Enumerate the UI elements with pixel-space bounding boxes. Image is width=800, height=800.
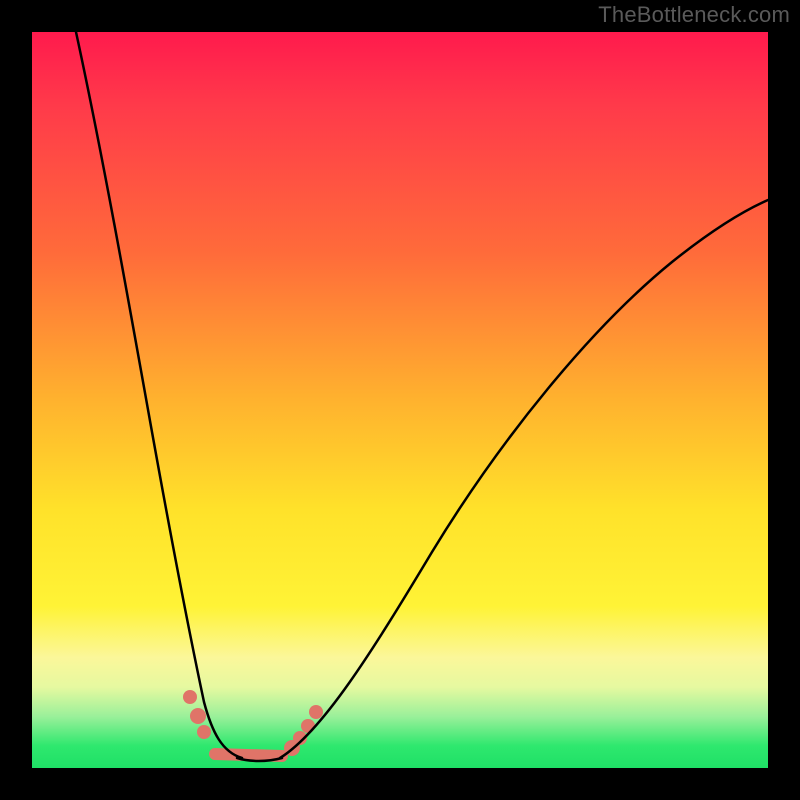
chart-frame: TheBottleneck.com bbox=[0, 0, 800, 800]
chart-svg bbox=[32, 32, 768, 768]
bead-dot bbox=[183, 690, 197, 704]
bead-segment bbox=[215, 754, 282, 756]
curve-left-branch bbox=[76, 32, 242, 758]
bead-dot bbox=[197, 725, 211, 739]
bead-dot bbox=[309, 705, 323, 719]
bead-dot bbox=[301, 719, 315, 733]
bottleneck-curve bbox=[76, 32, 768, 761]
bead-dot bbox=[190, 708, 206, 724]
curve-right-branch bbox=[280, 200, 768, 758]
watermark-text: TheBottleneck.com bbox=[598, 2, 790, 28]
